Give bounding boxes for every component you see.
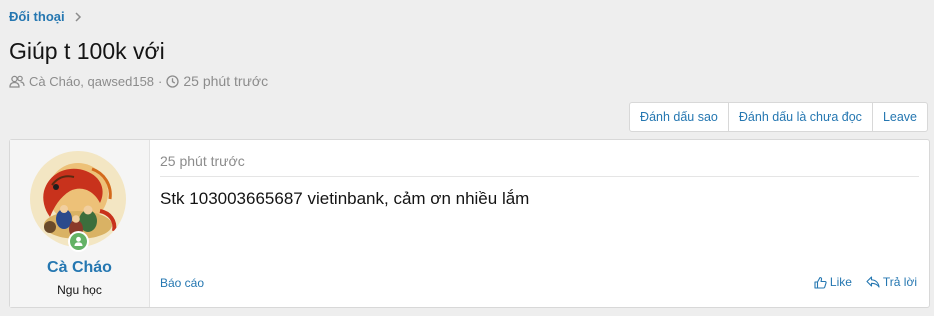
message-actions: Like Trả lời <box>814 275 917 289</box>
reply-button[interactable]: Trả lời <box>866 275 917 289</box>
chevron-right-icon <box>75 11 81 22</box>
clock-icon <box>166 74 180 88</box>
online-status-indicator <box>68 231 89 252</box>
message-user-info: Cà Cháo Ngu học <box>10 140 150 307</box>
participants-list[interactable]: Cà Cháo, qawsed158 <box>29 74 154 89</box>
message-divider <box>160 176 919 177</box>
message-body: Stk 103003665687 vietinbank, cảm ơn nhiề… <box>160 189 530 208</box>
message-username[interactable]: Cà Cháo <box>10 259 149 277</box>
message-content: 25 phút trước Stk 103003665687 vietinban… <box>150 140 929 307</box>
user-online-icon <box>70 233 87 250</box>
thread-meta: Cà Cháo, qawsed158 · 25 phút trước <box>9 73 268 89</box>
reply-label: Trả lời <box>882 275 917 289</box>
message: Cà Cháo Ngu học 25 phút trước Stk 103003… <box>9 139 930 308</box>
users-icon <box>9 75 25 88</box>
page-title: Giúp t 100k với <box>9 38 165 64</box>
mark-unread-button[interactable]: Đánh dấu là chưa đọc <box>729 103 873 131</box>
report-link[interactable]: Báo cáo <box>160 276 204 290</box>
star-button[interactable]: Đánh dấu sao <box>630 103 729 131</box>
leave-button[interactable]: Leave <box>873 103 927 131</box>
thumbs-up-icon <box>814 276 827 289</box>
like-label: Like <box>829 275 852 289</box>
breadcrumb-link-conversations[interactable]: Đối thoại <box>9 9 65 24</box>
meta-separator: · <box>158 73 163 89</box>
message-time[interactable]: 25 phút trước <box>160 153 245 169</box>
breadcrumb: Đối thoại <box>9 9 82 24</box>
thread-time: 25 phút trước <box>183 73 269 89</box>
conversation-actions: Đánh dấu sao Đánh dấu là chưa đọc Leave <box>629 102 928 132</box>
like-button[interactable]: Like <box>814 275 852 289</box>
user-title: Ngu học <box>57 283 102 297</box>
reply-icon <box>866 276 880 288</box>
